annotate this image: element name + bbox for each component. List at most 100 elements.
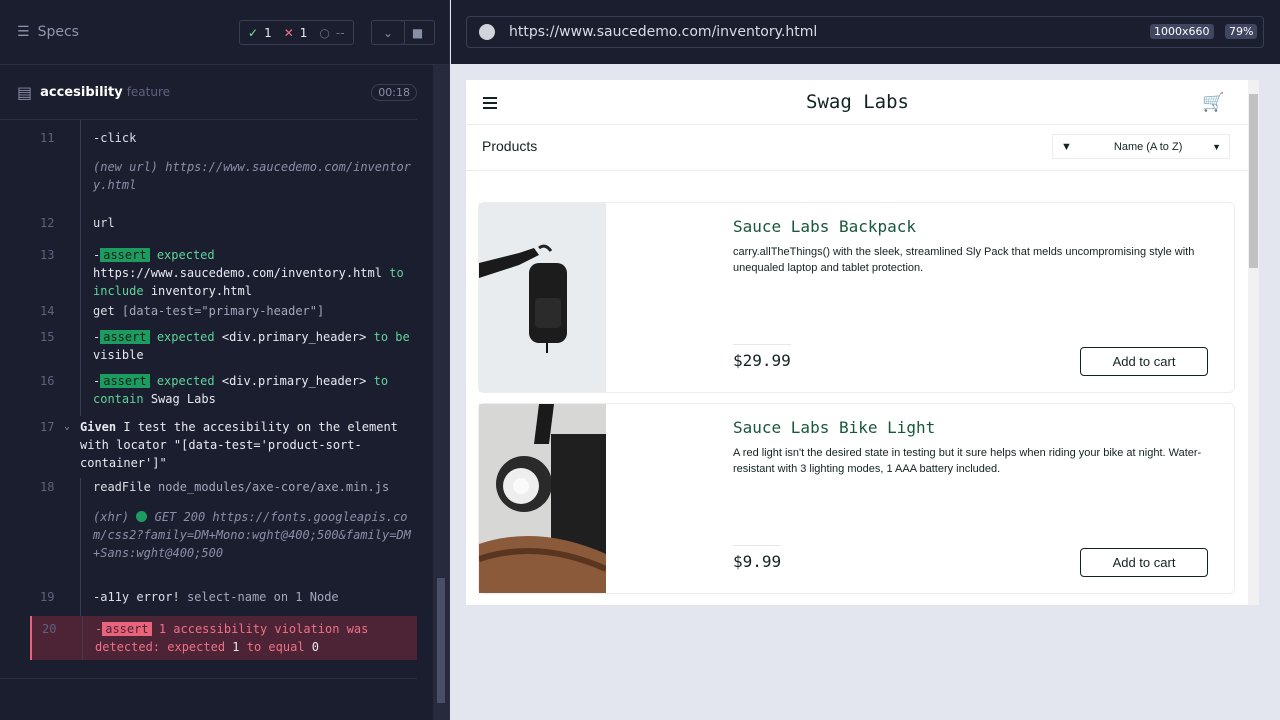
test-stats: ✓ 1 ✕ 1 ○ -- [239, 20, 354, 45]
command-name: get [93, 304, 115, 318]
log-row[interactable]: 13 - assert expected https://www.saucedem… [30, 238, 417, 300]
event-label: (new url) [93, 160, 159, 174]
product-sort-select[interactable]: ▼ Name (A to Z) ▼ [1052, 134, 1230, 159]
command-arg: [data-test="primary-header"] [121, 304, 325, 318]
command-name: -a11y error! [93, 590, 180, 604]
line-number: 13 [40, 248, 55, 262]
feature-header[interactable]: ▤ accesibility feature 00:18 [17, 76, 417, 108]
log-row[interactable]: (new url) https://www.saucedemo.com/inve… [30, 156, 417, 212]
page-title: Products [482, 138, 538, 154]
caret-down-icon: ▼ [1212, 141, 1221, 152]
log-row-error[interactable]: 20 - assert 1 accessibility violation was… [30, 616, 417, 660]
command-arg: select-name on 1 Node [186, 590, 339, 604]
passed-count: 1 [264, 25, 272, 40]
log-row[interactable]: 14 get [data-test="primary-header"] [30, 300, 417, 328]
log-row[interactable]: 19 -a11y error! select-name on 1 Node [30, 588, 417, 616]
assert-badge: assert [102, 622, 152, 636]
specs-toggle[interactable]: ☰ Specs [17, 24, 79, 40]
product-name[interactable]: Sauce Labs Backpack [733, 217, 916, 236]
assert-value: 0 [311, 640, 320, 654]
log-row[interactable]: 15 - assert expected <div.primary_header>… [30, 328, 417, 372]
feature-duration: 00:18 [371, 83, 417, 101]
command-log: 11 -click (new url) https://www.saucedem… [30, 120, 417, 660]
assert-value: https://www.saucedemo.com/inventory.html [93, 266, 382, 280]
add-to-cart-button[interactable]: Add to cart [1080, 347, 1208, 376]
url-bar[interactable]: https://www.saucedemo.com/inventory.html… [466, 16, 1264, 48]
log-row[interactable]: 16 - assert expected <div.primary_header>… [30, 372, 417, 416]
event-label: (xhr) [93, 510, 130, 524]
bike-light-image[interactable] [479, 404, 606, 593]
app-root: Swag Labs 🛒 Products ▼ Name (A to Z) ▼ S… [466, 80, 1249, 605]
line-number: 19 [40, 590, 55, 604]
assert-text: expected [156, 374, 215, 388]
assert-value: 1 [232, 640, 240, 654]
line-number: 12 [40, 216, 55, 230]
command-name: -click [93, 131, 137, 145]
chevron-down-icon[interactable]: ⌄ [64, 418, 70, 436]
divider [0, 678, 417, 679]
line-number: 17 [40, 420, 55, 434]
log-scrollbar-thumb[interactable] [437, 578, 445, 703]
app-frame: Swag Labs 🛒 Products ▼ Name (A to Z) ▼ S… [466, 80, 1259, 605]
chevron-down-icon[interactable]: ⌄ [371, 20, 405, 45]
stop-button[interactable]: ■ [401, 20, 435, 45]
command-name: readFile [93, 480, 151, 494]
product-price: $9.99 [733, 545, 782, 571]
list-icon: ☰ [17, 24, 30, 40]
assert-badge: assert [100, 374, 150, 388]
cart-icon[interactable]: 🛒 [1202, 92, 1224, 113]
product-card: Sauce Labs Bike Light A red light isn't … [478, 403, 1235, 594]
backpack-image[interactable] [479, 203, 606, 392]
frame-scrollbar-thumb[interactable] [1249, 94, 1258, 268]
log-row[interactable]: 12 url [30, 212, 417, 238]
line-number: 11 [40, 131, 55, 145]
log-row[interactable]: 11 -click [30, 120, 417, 156]
xhr-status: GET 200 [154, 510, 206, 524]
product-card: Sauce Labs Backpack carry.allTheThings()… [478, 202, 1235, 393]
zoom-badge[interactable]: 79% [1225, 24, 1258, 39]
assert-text: to be [373, 330, 410, 344]
step-keyword: Given [80, 420, 117, 434]
feature-kind: feature [126, 85, 171, 99]
step-text: I test the accesibility on the element w… [80, 420, 398, 470]
status-dot-icon [136, 511, 148, 522]
product-description: A red light isn't the desired state in t… [733, 447, 1202, 475]
reporter-header: ☰ Specs ✓ 1 ✕ 1 ○ -- ⌄ ■ [0, 0, 449, 65]
sort-value: Name (A to Z) [1113, 140, 1183, 153]
assert-text: to equal [246, 640, 305, 654]
pending-icon: ○ [319, 25, 330, 40]
filter-icon: ▼ [1061, 140, 1072, 153]
assert-badge: assert [100, 330, 150, 344]
globe-icon [479, 24, 495, 40]
pending-count: -- [335, 25, 345, 40]
assert-text: expected [156, 330, 215, 344]
log-row[interactable]: (xhr) GET 200 https://fonts.googleapis.c… [30, 506, 417, 588]
feature-name: accesibility [40, 84, 123, 100]
command-name: url [93, 216, 115, 230]
log-row-given[interactable]: 17 ⌄ Given I test the accesibility on th… [30, 416, 417, 478]
line-number: 16 [40, 374, 55, 388]
line-number: 18 [40, 480, 55, 494]
assert-value: visible [93, 348, 144, 362]
product-name[interactable]: Sauce Labs Bike Light [733, 418, 935, 437]
log-row[interactable]: 18 readFile node_modules/axe-core/axe.mi… [30, 478, 417, 506]
line-number: 20 [42, 622, 57, 636]
product-description: carry.allTheThings() with the sleek, str… [733, 246, 1195, 274]
assert-value: <div.primary_header> [221, 374, 367, 388]
divider [466, 124, 1249, 125]
check-icon: ✓ [248, 25, 259, 40]
line-number: 15 [40, 330, 55, 344]
command-arg: node_modules/axe-core/axe.min.js [158, 480, 390, 494]
app-logo: Swag Labs [806, 91, 909, 113]
x-icon: ✕ [283, 25, 294, 40]
specs-label: Specs [37, 24, 79, 40]
command-log-panel: ☰ Specs ✓ 1 ✕ 1 ○ -- ⌄ ■ ▤ accesibility … [0, 0, 450, 720]
product-price: $29.99 [733, 344, 791, 370]
document-icon: ▤ [17, 82, 33, 102]
url-text: https://www.saucedemo.com/inventory.html [509, 24, 818, 40]
add-to-cart-button[interactable]: Add to cart [1080, 548, 1208, 577]
viewport-badge[interactable]: 1000x660 [1150, 24, 1214, 39]
assert-badge: assert [100, 248, 150, 262]
assert-value: <div.primary_header> [221, 330, 367, 344]
divider [466, 170, 1249, 171]
